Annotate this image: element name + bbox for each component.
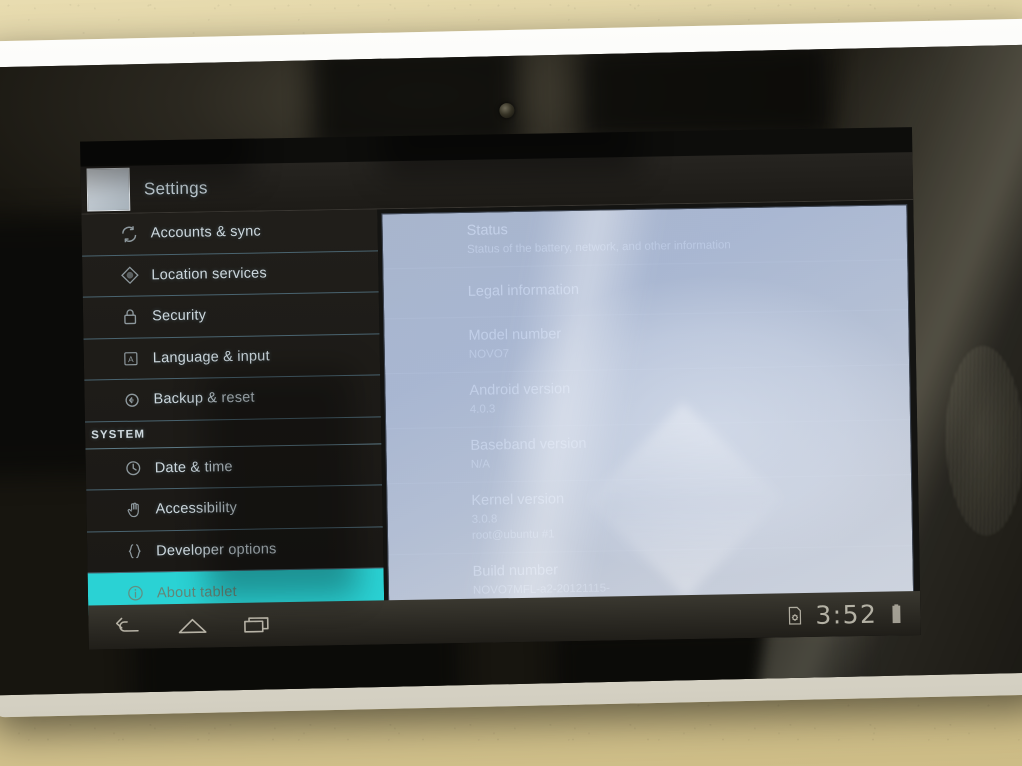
braces-icon — [122, 542, 146, 561]
tablet-screen: Settings Accounts & sync Location servic… — [80, 127, 921, 650]
detail-row-baseband-version: Baseband version N/A — [386, 420, 912, 485]
photo-scene: Settings Accounts & sync Location servic… — [0, 0, 1022, 766]
sidebar-item-label: Backup & reset — [153, 389, 255, 408]
sidebar-item-label: Accounts & sync — [150, 223, 261, 242]
sidebar-item-label: Accessibility — [155, 500, 238, 518]
brand-logo: ✶ ainol — [466, 691, 541, 695]
clock-icon — [121, 459, 145, 478]
sd-card-icon[interactable] — [787, 606, 802, 625]
detail-row-kernel-version: Kernel version 3.0.8 root@ubuntu #1 — [387, 475, 913, 556]
keyboard-icon: A — [119, 349, 143, 367]
page-title: Settings — [143, 177, 208, 198]
sidebar-section-label: SYSTEM — [91, 428, 146, 441]
home-icon[interactable] — [177, 615, 207, 637]
settings-sidebar: Accounts & sync Location services Securi… — [81, 209, 385, 650]
sidebar-item-security[interactable]: Security — [82, 292, 380, 340]
hand-icon — [121, 500, 145, 519]
sidebar-item-backup-reset[interactable]: Backup & reset — [84, 375, 381, 423]
sidebar-item-developer-options[interactable]: Developer options — [86, 526, 384, 574]
sidebar-item-label: Date & time — [154, 458, 233, 477]
back-arrow-icon[interactable] — [114, 616, 141, 637]
detail-row-subtitle: 3.0.8 root@ubuntu #1 — [471, 513, 555, 542]
settings-app-icon — [86, 167, 131, 212]
detail-row-status[interactable]: Status Status of the battery, network, a… — [382, 205, 908, 270]
backup-icon — [119, 390, 143, 409]
tablet-device: Settings Accounts & sync Location servic… — [0, 18, 1022, 718]
detail-row-title: Kernel version — [471, 491, 565, 509]
sidebar-item-accessibility[interactable]: Accessibility — [86, 485, 383, 533]
lock-icon — [118, 308, 142, 326]
battery-icon[interactable] — [890, 603, 902, 624]
svg-text:A: A — [128, 355, 134, 364]
sidebar-item-location-services[interactable]: Location services — [82, 250, 379, 298]
detail-row-legal-information[interactable]: Legal information — [383, 260, 909, 320]
sidebar-item-label: Location services — [151, 265, 267, 284]
detail-row-android-version: Android version 4.0.3 — [385, 365, 911, 430]
navigation-buttons — [88, 614, 271, 638]
sidebar-item-language-input[interactable]: A Language & input — [83, 333, 381, 381]
location-icon — [117, 266, 141, 285]
sidebar-item-date-time[interactable]: Date & time — [85, 443, 383, 491]
sidebar-item-label: Language & input — [152, 348, 270, 367]
brand-name: ainol — [488, 691, 541, 695]
sidebar-item-label: Developer options — [156, 540, 277, 560]
detail-row-title: Legal information — [467, 281, 580, 300]
sync-icon — [117, 224, 141, 243]
status-clock: 3:52 — [815, 599, 878, 630]
sidebar-item-label: About tablet — [156, 583, 237, 602]
about-tablet-list: Status Status of the battery, network, a… — [381, 204, 915, 635]
detail-row-model-number: Model number NOVO7 — [384, 310, 910, 375]
sidebar-item-accounts-sync[interactable]: Accounts & sync — [81, 209, 379, 257]
tablet-bezel: Settings Accounts & sync Location servic… — [0, 44, 1022, 696]
speaker-grille — [943, 344, 1022, 537]
detail-row-title: Build number — [472, 562, 559, 580]
info-icon — [123, 584, 147, 603]
sidebar-item-label: Security — [151, 307, 207, 325]
settings-body: Accounts & sync Location services Securi… — [81, 200, 921, 650]
status-indicators: 3:52 — [787, 599, 921, 630]
recents-icon[interactable] — [243, 614, 271, 635]
about-tablet-pane: Status Status of the battery, network, a… — [377, 200, 921, 645]
